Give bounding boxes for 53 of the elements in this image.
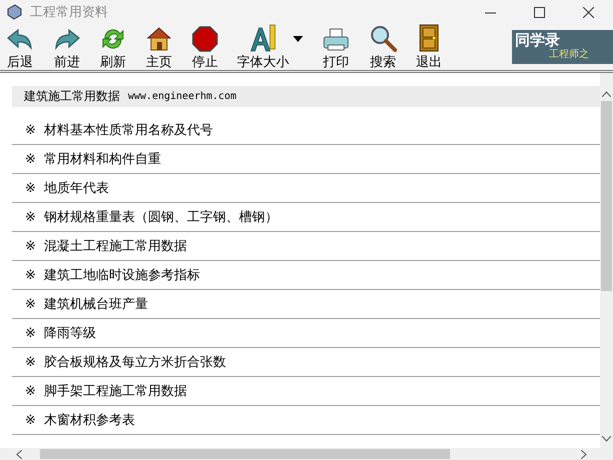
logo-title: 同学录 (515, 32, 561, 49)
topic-link[interactable]: 脚手架工程施工常用数据 (44, 382, 187, 400)
topic-link[interactable]: 胶合板规格及每立方米折合张数 (44, 353, 226, 371)
topic-link[interactable]: 钢材规格重量表（圆钢、工字钢、槽钢） (44, 208, 278, 226)
scroll-right-icon[interactable] (581, 450, 587, 458)
bullet-mark: ※ (25, 152, 36, 166)
app-icon (6, 4, 22, 20)
bullet-mark: ※ (25, 412, 36, 428)
toolbar-button[interactable]: 主页 (143, 24, 175, 70)
forward-arrow-icon (53, 28, 81, 52)
topic-link[interactable]: 地质年代表 (44, 179, 109, 197)
bullet-mark: ※ (25, 296, 36, 312)
topic-link[interactable]: 建筑工地临时设施参考指标 (44, 266, 200, 284)
close-icon[interactable] (583, 6, 594, 18)
toolbar-button[interactable]: 搜索 (367, 24, 399, 70)
toolbar-button[interactable]: 后退 (4, 24, 36, 70)
bullet-mark: ※ (25, 238, 36, 254)
topic-link[interactable]: 常用材料和构件自重 (44, 150, 161, 168)
stop-sign-icon (192, 26, 218, 52)
scroll-down-icon[interactable] (602, 436, 611, 442)
window-title: 工程常用资料 (30, 4, 109, 21)
maximize-icon[interactable] (534, 6, 545, 18)
topic-link[interactable]: 建筑机械台班产量 (44, 295, 148, 313)
magnifier-icon (369, 24, 397, 52)
house-icon (145, 26, 173, 52)
topic-link[interactable]: 木窗材积参考表 (44, 411, 135, 429)
bullet-mark: ※ (25, 180, 36, 196)
toolbar-button[interactable]: 打印 (320, 24, 352, 70)
door-icon (419, 24, 439, 52)
bullet-mark: ※ (25, 326, 36, 340)
bullet-mark: ※ (25, 354, 36, 370)
bullet-mark: ※ (25, 122, 36, 138)
horizontal-scrollbar[interactable] (0, 448, 613, 460)
scroll-left-icon[interactable] (16, 450, 22, 458)
toolbar-button[interactable]: 字体大小 (235, 24, 305, 70)
site-address: www.engineerhm.com (128, 91, 236, 102)
bullet-mark: ※ (25, 384, 36, 398)
vertical-scrollbar[interactable] (600, 73, 613, 448)
toolbar-button[interactable]: 停止 (190, 24, 220, 70)
font-ruler-icon (249, 24, 277, 52)
topic-link[interactable]: 混凝土工程施工常用数据 (44, 237, 187, 255)
scroll-up-icon[interactable] (602, 91, 611, 97)
bullet-mark: ※ (25, 268, 36, 282)
topic-link[interactable]: 降雨等级 (44, 324, 96, 342)
toolbar-button[interactable]: 退出 (414, 24, 444, 70)
back-arrow-icon (6, 28, 34, 52)
toolbar-button[interactable]: 刷新 (98, 24, 128, 70)
logo-subtitle: 工程师之 (548, 49, 590, 61)
printer-icon (322, 28, 350, 52)
bullet-mark: ※ (25, 210, 36, 224)
topic-link[interactable]: 材料基本性质常用名称及代号 (44, 121, 213, 139)
toolbar-button[interactable]: 前进 (51, 24, 83, 70)
section-heading: 建筑施工常用数据 (24, 88, 120, 105)
